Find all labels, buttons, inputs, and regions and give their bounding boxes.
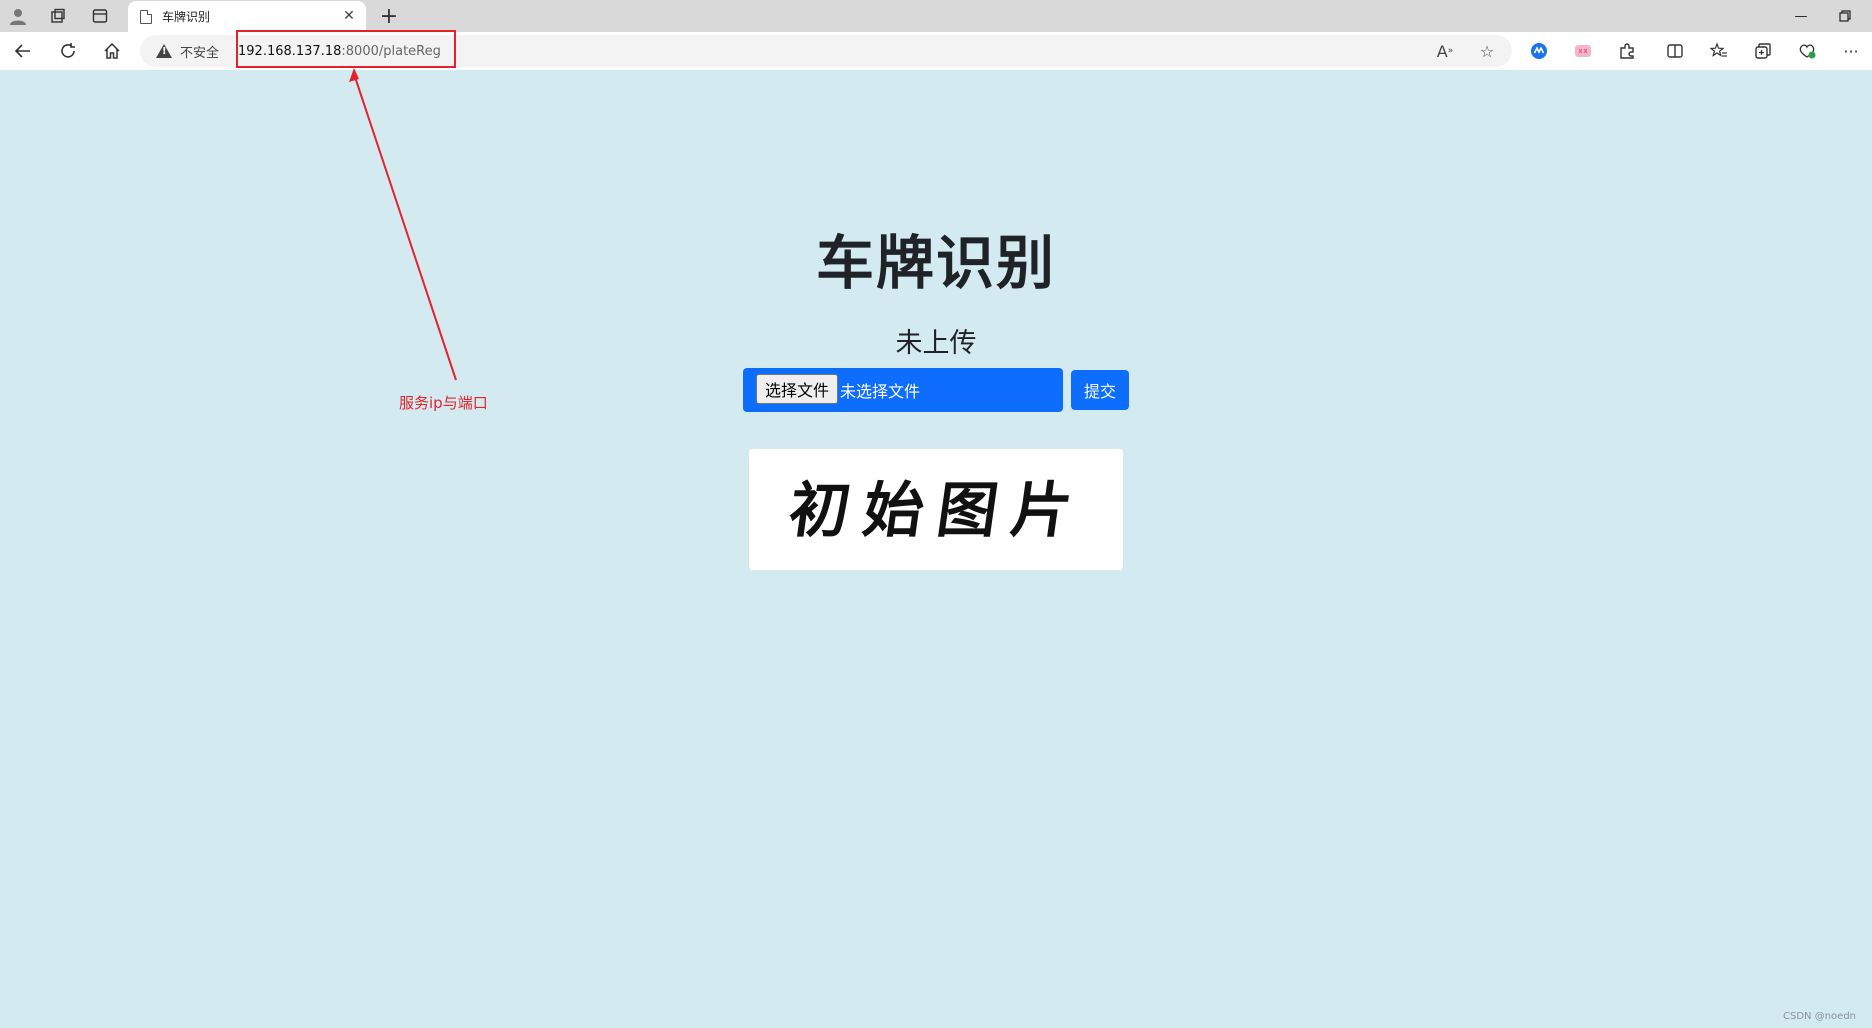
page-content: 车牌识别 未上传 选择文件 未选择文件 提交 初始图片 <box>0 70 1872 1028</box>
browser-tab[interactable]: 车牌识别 ✕ <box>128 1 366 32</box>
extensions-puzzle-icon[interactable] <box>1612 37 1642 65</box>
vertical-tabs-icon[interactable] <box>86 4 114 28</box>
preview-calligraphy: 初始图片 <box>785 475 1091 546</box>
extension-pink-icon[interactable] <box>1568 37 1598 65</box>
document-icon <box>140 9 152 24</box>
browser-essentials-icon[interactable] <box>1792 37 1822 65</box>
close-tab-icon[interactable]: ✕ <box>340 7 358 25</box>
url-path: :8000/plateReg <box>341 43 441 59</box>
preview-image: 初始图片 <box>749 449 1123 570</box>
browser-toolbar: 不安全 192.168.137.18:8000/plateReg A» ☆ ··… <box>0 32 1872 70</box>
restore-button[interactable] <box>1830 4 1860 28</box>
split-screen-icon[interactable] <box>1660 37 1690 65</box>
watermark: CSDN @noedn <box>1783 1011 1856 1022</box>
new-tab-button[interactable]: + <box>376 3 402 29</box>
favorite-star-icon[interactable]: ☆ <box>1474 39 1500 63</box>
preview-text: 初始图片 <box>785 475 1091 546</box>
security-indicator[interactable]: 不安全 <box>156 35 219 67</box>
page-title: 车牌识别 <box>815 229 1056 297</box>
url-host: 192.168.137.18 <box>238 43 342 59</box>
annotation-label: 服务ip与端口 <box>399 394 488 412</box>
read-aloud-icon[interactable]: A» <box>1432 39 1458 63</box>
url-text[interactable]: 192.168.137.18:8000/plateReg <box>238 35 441 67</box>
collections-icon[interactable] <box>1748 37 1778 65</box>
refresh-button[interactable] <box>53 37 83 65</box>
choose-file-button[interactable]: 选择文件 <box>756 374 839 404</box>
workspaces-icon[interactable] <box>44 4 72 28</box>
back-button[interactable] <box>8 37 38 65</box>
address-bar[interactable]: 不安全 192.168.137.18:8000/plateReg A» ☆ <box>140 35 1512 67</box>
upload-status: 未上传 <box>895 328 977 359</box>
favorites-icon[interactable] <box>1704 37 1734 65</box>
file-placeholder: 未选择文件 <box>840 382 921 401</box>
submit-button[interactable]: 提交 <box>1071 370 1129 410</box>
tab-strip: 车牌识别 ✕ + — <box>0 0 1872 32</box>
warning-icon <box>156 44 172 58</box>
profile-icon[interactable] <box>4 4 32 28</box>
home-button[interactable] <box>97 37 127 65</box>
extension-blue-icon[interactable] <box>1524 37 1554 65</box>
more-menu-icon[interactable]: ··· <box>1836 37 1866 65</box>
security-label: 不安全 <box>180 45 220 61</box>
tab-title: 车牌识别 <box>162 10 211 24</box>
minimize-button[interactable]: — <box>1786 4 1816 28</box>
file-input[interactable]: 选择文件 未选择文件 <box>743 368 1063 412</box>
